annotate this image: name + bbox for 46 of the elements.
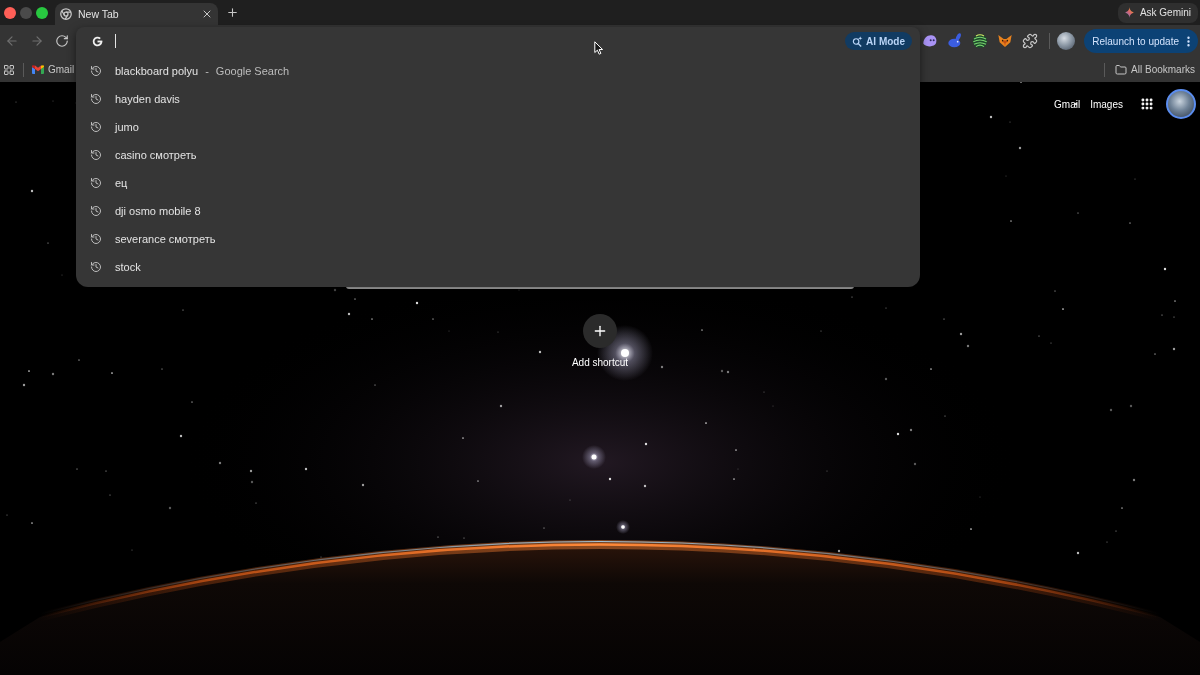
circle-logo-icon [60,8,72,20]
all-bookmarks-button[interactable]: All Bookmarks [1115,59,1195,80]
ask-gemini-button[interactable]: Ask Gemini [1117,2,1198,23]
reload-icon[interactable] [55,34,69,48]
avatar-icon[interactable] [1057,32,1076,50]
history-icon [90,177,102,189]
suggestion-item[interactable]: ец [90,169,128,197]
suggestion-item[interactable]: hayden davis [90,85,180,113]
ghost-icon[interactable] [922,33,939,49]
suggestion-item[interactable]: severance смотреть [90,225,216,253]
suggestion-item[interactable]: jumo [90,113,139,141]
history-icon [90,93,102,105]
rabbit-icon[interactable] [947,33,964,49]
g-logo-icon [92,35,103,47]
apps-grid-icon[interactable] [1140,97,1154,111]
browser-tab[interactable]: New Tab [55,3,218,25]
striped-ball-icon[interactable] [972,33,989,49]
close-icon[interactable] [201,8,213,20]
history-icon [90,261,102,273]
apps-grid-icon[interactable] [3,63,15,76]
history-icon [90,205,102,217]
avatar-icon[interactable] [1166,89,1196,119]
history-icon [90,149,102,161]
plus-icon[interactable] [226,6,239,19]
history-icon [90,121,102,133]
suggestion-item[interactable]: blackboard polyu - Google Search [90,57,290,85]
relaunch-button[interactable]: Relaunch to update [1084,29,1198,53]
mouse-pointer-icon [594,41,604,55]
puzzle-icon[interactable] [1022,33,1039,49]
search-sparkle-icon [852,35,864,47]
suggestion-item[interactable]: stock [90,253,141,281]
bookmark-item[interactable]: Gmail [32,59,75,80]
suggestion-item[interactable]: dji osmo mobile 8 [90,197,201,225]
sparkle-icon [1123,7,1135,18]
folder-icon [1115,63,1128,76]
history-icon [90,233,102,245]
window-close-icon[interactable] [4,6,16,19]
history-icon [90,65,102,77]
header-link[interactable]: Gmail [1054,98,1081,110]
add-shortcut-button[interactable]: Add shortcut [571,314,629,368]
envelope-logo-icon [32,65,44,74]
ai-mode-button[interactable]: AI Mode [845,32,912,50]
suggestion-item[interactable]: casino смотреть [90,141,197,169]
header-link[interactable]: Images [1090,98,1123,110]
window-zoom-icon[interactable] [36,6,48,19]
fox-icon[interactable] [997,33,1014,49]
